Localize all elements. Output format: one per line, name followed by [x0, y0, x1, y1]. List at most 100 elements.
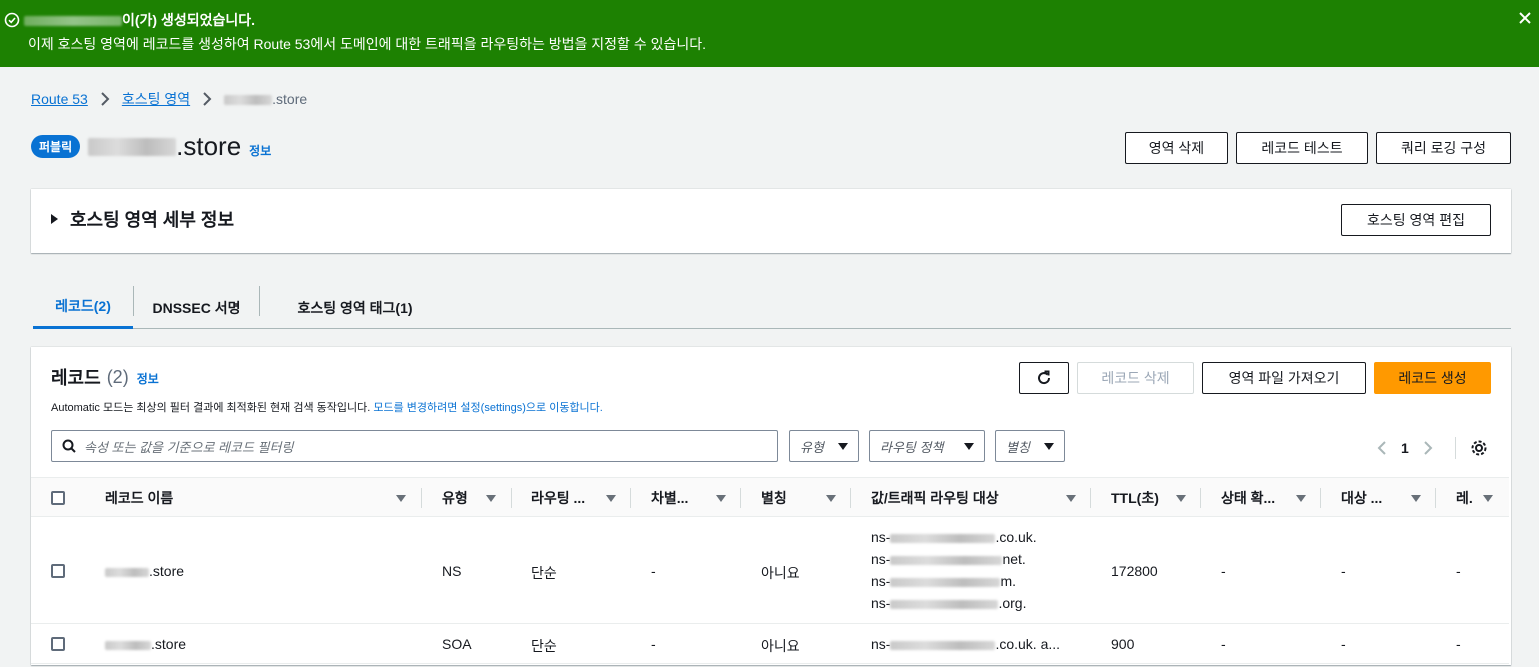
- delete-zone-button[interactable]: 영역 삭제: [1125, 132, 1228, 164]
- type-filter-select[interactable]: 유형: [789, 430, 859, 462]
- page-title-text: .store: [176, 131, 242, 161]
- row-checkbox[interactable]: [51, 564, 65, 578]
- tab-tags[interactable]: 호스팅 영역 태그(1): [260, 286, 450, 329]
- import-zone-file-button[interactable]: 영역 파일 가져오기: [1202, 362, 1366, 394]
- caret-down-icon: [838, 442, 848, 450]
- delete-record-button[interactable]: 레코드 삭제: [1077, 362, 1194, 394]
- chevron-right-icon: [101, 92, 110, 106]
- value-suffix: .co.uk.: [995, 529, 1037, 545]
- pagination: 1: [1377, 437, 1488, 459]
- public-badge: 퍼블릭: [31, 135, 81, 158]
- sort-icon[interactable]: [1176, 495, 1186, 502]
- search-input[interactable]: 속성 또는 값을 기준으로 레코드 필터링: [51, 430, 778, 462]
- record-health: -: [1221, 563, 1226, 579]
- record-name: .store: [105, 636, 186, 652]
- page-number[interactable]: 1: [1401, 440, 1409, 456]
- caret-down-icon: [1044, 442, 1054, 450]
- col-header-value[interactable]: 값/트래픽 라우팅 대상: [871, 478, 999, 518]
- column-divider: [1200, 488, 1201, 508]
- column-divider: [740, 488, 741, 508]
- description-text: Automatic 모드는 최상의 필터 결과에 최적화된 현재 검색 동작입니…: [51, 402, 374, 414]
- sort-icon[interactable]: [396, 495, 406, 502]
- sort-icon[interactable]: [826, 495, 836, 502]
- breadcrumb-route53[interactable]: Route 53: [31, 91, 88, 107]
- record-alias: 아니요: [761, 638, 800, 654]
- redacted-value: [890, 533, 996, 543]
- col-header-evaluate[interactable]: 대상 ...: [1341, 478, 1382, 518]
- value-prefix: ns-: [871, 529, 891, 545]
- records-header: 레코드 (2) 정보: [51, 364, 159, 390]
- value-prefix: ns-: [871, 573, 891, 589]
- refresh-icon: [1038, 370, 1051, 385]
- refresh-button[interactable]: [1019, 362, 1069, 394]
- tab-dnssec[interactable]: DNSSEC 서명: [134, 286, 259, 329]
- sort-icon[interactable]: [606, 495, 616, 502]
- routing-filter-select[interactable]: 라우팅 정책: [869, 430, 985, 462]
- page-header: 퍼블릭 .store 정보: [31, 131, 271, 162]
- record-name-text: .store: [149, 563, 185, 579]
- column-divider: [1435, 488, 1436, 508]
- settings-link[interactable]: 모드를 변경하려면 설정(settings)으로 이동합니다.: [373, 402, 603, 414]
- query-logging-button[interactable]: 쿼리 로깅 구성: [1376, 132, 1511, 164]
- alias-filter-label: 별칭: [1006, 439, 1030, 455]
- row-checkbox[interactable]: [51, 637, 65, 651]
- col-header-name[interactable]: 레코드 이름: [105, 478, 173, 518]
- breadcrumb: Route 53 호스팅 영역 .store: [31, 89, 307, 109]
- redacted-domain: [224, 95, 273, 106]
- breadcrumb-hosted-zones[interactable]: 호스팅 영역: [122, 89, 190, 109]
- table-row[interactable]: .store SOA 단순 - 아니요 ns- .co.uk. a... 900 …: [31, 624, 1509, 664]
- record-ttl: 900: [1111, 636, 1135, 652]
- table-row[interactable]: .store NS 단순 - 아니요 ns- .co.uk. ns-net. ns…: [31, 517, 1509, 624]
- details-expander[interactable]: 호스팅 영역 세부 정보: [51, 206, 234, 232]
- details-title: 호스팅 영역 세부 정보: [70, 210, 235, 230]
- type-filter-label: 유형: [800, 439, 824, 455]
- close-icon[interactable]: [1517, 10, 1533, 26]
- record-id: -: [1456, 563, 1461, 579]
- record-routing: 단순: [531, 565, 557, 581]
- select-all-checkbox[interactable]: [51, 491, 65, 505]
- sort-icon[interactable]: [1483, 495, 1493, 502]
- record-alias: 아니요: [761, 565, 800, 581]
- column-divider: [850, 488, 851, 508]
- record-name: .store: [105, 563, 184, 579]
- test-record-button[interactable]: 레코드 테스트: [1236, 132, 1368, 164]
- col-header-alias[interactable]: 별칭: [761, 478, 787, 518]
- value-prefix: ns-: [871, 595, 891, 611]
- col-header-routing[interactable]: 라우팅 ...: [531, 478, 585, 518]
- pager-divider: [1454, 437, 1456, 459]
- chevron-left-icon[interactable]: [1377, 440, 1387, 456]
- gear-icon[interactable]: [1470, 439, 1488, 457]
- col-header-differentiator[interactable]: 차별...: [651, 478, 688, 518]
- redacted-domain: [105, 640, 151, 650]
- edit-hosted-zone-button[interactable]: 호스팅 영역 편집: [1341, 204, 1491, 236]
- create-record-button[interactable]: 레코드 생성: [1374, 362, 1491, 394]
- record-routing: 단순: [531, 638, 557, 654]
- info-link[interactable]: 정보: [249, 142, 271, 159]
- column-divider: [511, 488, 512, 508]
- record-health: -: [1221, 636, 1226, 652]
- record-value: ns- .co.uk. a...: [871, 636, 1060, 652]
- records-info-link[interactable]: 정보: [137, 370, 159, 387]
- value-suffix: .org.: [998, 595, 1027, 611]
- search-placeholder: 속성 또는 값을 기준으로 레코드 필터링: [84, 439, 294, 455]
- col-header-record-id[interactable]: 레.: [1456, 478, 1473, 518]
- column-divider: [1320, 488, 1321, 508]
- column-divider: [1090, 488, 1091, 508]
- sort-icon[interactable]: [486, 495, 496, 502]
- hosted-zone-details-panel: 호스팅 영역 세부 정보 호스팅 영역 편집: [31, 189, 1511, 253]
- record-type: SOA: [442, 636, 472, 652]
- sort-icon[interactable]: [1411, 495, 1421, 502]
- sort-icon[interactable]: [716, 495, 726, 502]
- sort-icon[interactable]: [1066, 495, 1076, 502]
- col-header-ttl[interactable]: TTL(초): [1111, 478, 1159, 518]
- check-circle-icon: [4, 12, 20, 28]
- column-divider: [421, 488, 422, 508]
- col-header-type[interactable]: 유형: [442, 478, 468, 518]
- column-divider: [630, 488, 631, 508]
- alias-filter-select[interactable]: 별칭: [995, 430, 1065, 462]
- chevron-right-icon[interactable]: [1423, 440, 1433, 456]
- sort-icon[interactable]: [1296, 495, 1306, 502]
- col-header-health[interactable]: 상태 확...: [1221, 478, 1275, 518]
- value-line: ns- .org.: [871, 595, 1037, 617]
- tab-records[interactable]: 레코드(2): [33, 286, 133, 329]
